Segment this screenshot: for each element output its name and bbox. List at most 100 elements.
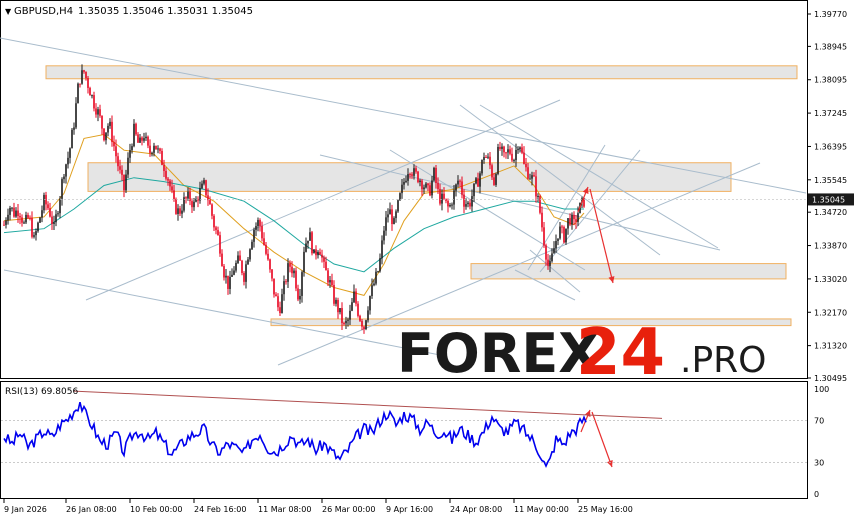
candle-body	[575, 219, 577, 222]
candle-body	[257, 220, 259, 227]
candle-body	[23, 222, 25, 224]
candle-body	[325, 261, 327, 271]
candle-body	[381, 240, 383, 259]
candle-body	[551, 253, 553, 262]
candle-body	[379, 258, 381, 272]
candle-body	[529, 178, 531, 180]
candle-body	[111, 121, 113, 143]
candle-body	[327, 270, 329, 283]
candle-body	[419, 180, 421, 183]
candle-body	[115, 146, 117, 157]
candle-body	[409, 174, 411, 176]
candle-body	[29, 217, 31, 219]
symbol-dropdown-icon[interactable]: ▼	[5, 7, 12, 16]
candle-body	[77, 83, 79, 104]
candle-body	[159, 148, 161, 151]
candle-body	[451, 204, 453, 206]
candle-body	[223, 266, 225, 278]
candle-body	[275, 294, 277, 297]
candle-body	[19, 216, 21, 218]
candle-body	[455, 184, 457, 191]
time-axis-label: 25 May 16:00	[578, 505, 633, 514]
candle-body	[399, 193, 401, 201]
candle-body	[83, 70, 85, 72]
candle-body	[465, 204, 467, 207]
candle-body	[185, 197, 187, 199]
candle-body	[525, 163, 527, 168]
candle-body	[493, 177, 495, 185]
candle-body	[515, 149, 517, 161]
candle-body	[301, 272, 303, 296]
candle-body	[513, 160, 515, 162]
candle-body	[211, 204, 213, 216]
candle-body	[253, 229, 255, 242]
candle-body	[385, 217, 387, 231]
price-axis-label: 1.37245	[814, 109, 847, 118]
candle-body	[131, 146, 133, 151]
candle-body	[549, 261, 551, 266]
price-axis-label: 1.39770	[814, 10, 847, 19]
candle-body	[107, 125, 109, 133]
candle-body	[371, 285, 373, 297]
candle-body	[497, 146, 499, 174]
candle-body	[535, 176, 537, 197]
chart-canvas[interactable]: FOREX 24 .PRO 1.39770 1.38945 1.38095 1.372…	[0, 0, 854, 521]
price-axis-label: 1.36395	[814, 142, 847, 151]
candle-body	[505, 152, 507, 154]
candle-body	[85, 71, 87, 79]
candle-body	[251, 241, 253, 250]
forex-chart[interactable]: FOREX 24 .PRO 1.39770 1.38945 1.38095 1.372…	[0, 0, 854, 521]
candle-body	[477, 178, 479, 187]
candle-body	[541, 212, 543, 228]
rsi-label: RSI(13) 69.8056	[5, 387, 78, 397]
candle-body	[13, 207, 15, 217]
candle-body	[43, 194, 45, 211]
candle-body	[397, 200, 399, 212]
candle-body	[393, 218, 395, 225]
candle-body	[217, 230, 219, 236]
candle-body	[35, 231, 37, 236]
candle-body	[501, 146, 503, 149]
support-resistance-zone	[45, 65, 798, 80]
candle-body	[479, 173, 481, 187]
candle-body	[357, 303, 359, 316]
candle-body	[485, 156, 487, 158]
candle-body	[443, 193, 445, 199]
candle-body	[167, 178, 169, 181]
candle-body	[423, 187, 425, 190]
candle-body	[79, 83, 81, 85]
candle-body	[147, 136, 149, 146]
candle-body	[67, 157, 69, 165]
candle-body	[289, 263, 291, 267]
candle-body	[441, 193, 443, 204]
time-axis-label: 24 Apr 08:00	[450, 505, 502, 514]
candle-body	[321, 254, 323, 258]
candle-body	[367, 310, 369, 321]
candle-body	[269, 259, 271, 270]
candle-body	[565, 228, 567, 243]
candle-body	[97, 109, 99, 115]
candle-body	[3, 224, 5, 226]
candle-body	[141, 137, 143, 141]
candle-body	[377, 271, 379, 273]
watermark-brand-suffix: .PRO	[680, 340, 767, 381]
candle-body	[311, 232, 313, 254]
candle-body	[261, 226, 263, 239]
candle-body	[329, 280, 331, 283]
candle-body	[431, 180, 433, 196]
candle-body	[309, 232, 311, 241]
candle-body	[263, 238, 265, 245]
watermark-brand-number: 24	[576, 316, 665, 390]
price-axis-label: 1.34720	[814, 208, 847, 217]
current-price-label: 1.35045	[812, 195, 845, 204]
candle-body	[323, 257, 325, 262]
candle-body	[105, 132, 107, 141]
candle-body	[199, 188, 201, 201]
candle-body	[187, 191, 189, 199]
candle-body	[461, 181, 463, 195]
price-axis-label: 1.31320	[814, 342, 847, 351]
candle-body	[259, 220, 261, 227]
candle-body	[181, 210, 183, 214]
candle-body	[557, 238, 559, 241]
candle-body	[101, 115, 103, 129]
